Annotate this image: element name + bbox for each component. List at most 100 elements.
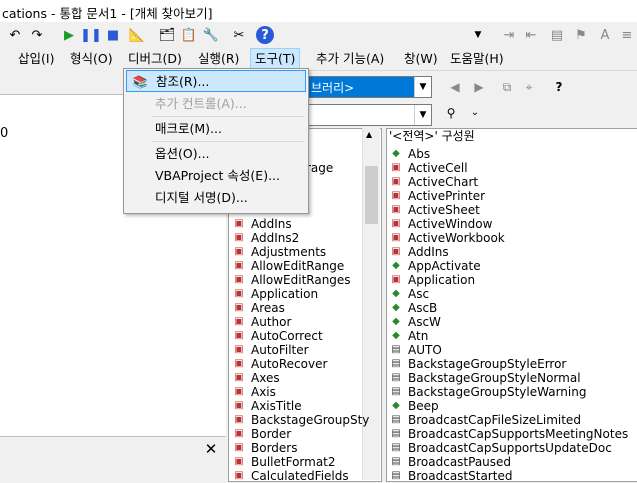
position-dropdown-icon[interactable]: ▼ bbox=[472, 26, 484, 44]
member-list-item[interactable]: ▤ BackstageGroupStyleNormal bbox=[389, 371, 580, 385]
class-list-item[interactable]: ▣ AutoRecover bbox=[232, 357, 327, 371]
member-list-item[interactable]: ▤ BroadcastStarted bbox=[389, 469, 512, 483]
object-browser-icon[interactable]: 🔧 bbox=[202, 26, 220, 44]
member-list-item[interactable]: ▣ ActiveWorkbook bbox=[389, 231, 505, 245]
outdent-icon[interactable]: ⇤ bbox=[522, 26, 540, 44]
menu-item-project-properties[interactable]: VBAProject 속성(E)... bbox=[126, 165, 306, 187]
member-name: AUTO bbox=[408, 343, 442, 357]
classes-scrollbar[interactable]: ▲ bbox=[362, 128, 380, 480]
member-list-item[interactable]: ▣ ActiveChart bbox=[389, 175, 478, 189]
menu-item-options[interactable]: 옵션(O)... bbox=[126, 143, 306, 165]
menu-window[interactable]: 창(W) bbox=[400, 48, 442, 69]
references-icon: 📚 bbox=[132, 75, 148, 89]
forward-icon[interactable]: ▶ bbox=[470, 78, 488, 96]
menu-item-additional-controls[interactable]: 추가 컨트롤(A)... bbox=[126, 93, 306, 115]
class-list-item[interactable]: ▣ Application bbox=[232, 287, 318, 301]
member-list-item[interactable]: ▣ Application bbox=[389, 273, 475, 287]
pause-icon[interactable]: ❚❚ bbox=[80, 26, 102, 44]
view-definition-icon[interactable]: ⌖ bbox=[520, 78, 538, 96]
member-list-item[interactable]: ▣ ActiveCell bbox=[389, 161, 467, 175]
expand-search-icon[interactable]: ⌄ bbox=[466, 104, 484, 122]
project-explorer-icon[interactable]: 🗂 bbox=[158, 26, 176, 44]
member-list-item[interactable]: ▤ BroadcastCapSupportsUpdateDoc bbox=[389, 441, 612, 455]
design-mode-icon[interactable]: 📐 bbox=[128, 26, 146, 44]
method-icon: ◆ bbox=[392, 302, 400, 313]
help-icon[interactable]: ? bbox=[256, 26, 274, 44]
list-icon[interactable]: ≡ bbox=[618, 26, 636, 44]
member-list-item[interactable]: ◆ Asc bbox=[389, 287, 429, 301]
method-icon: ◆ bbox=[392, 260, 400, 271]
search-input[interactable]: ▼ bbox=[306, 104, 432, 126]
class-list-item[interactable]: ▣ Author bbox=[232, 315, 291, 329]
class-list-item[interactable]: ▣ CalculatedFields bbox=[232, 469, 348, 483]
member-list-item[interactable]: ▤ BroadcastCapSupportsMeetingNotes bbox=[389, 427, 628, 441]
member-name: Asc bbox=[408, 287, 430, 301]
class-list-item[interactable]: ▣ Adjustments bbox=[232, 245, 326, 259]
member-list-item[interactable]: ◆ AscW bbox=[389, 315, 441, 329]
class-list-item[interactable]: ▣ AxisTitle bbox=[232, 399, 301, 413]
class-list-item[interactable]: ▣ BackstageGroupSty bbox=[232, 413, 369, 427]
undo-icon[interactable]: ↶ bbox=[6, 26, 24, 44]
class-icon: ▣ bbox=[234, 316, 244, 327]
help-question-icon[interactable]: ? bbox=[550, 78, 568, 96]
class-list-item[interactable]: ▣ AutoFilter bbox=[232, 343, 308, 357]
redo-icon[interactable]: ↷ bbox=[28, 26, 46, 44]
member-list-item[interactable]: ◆ AppActivate bbox=[389, 259, 480, 273]
class-list-item[interactable]: ▣ AllowEditRange bbox=[232, 259, 344, 273]
member-list-item[interactable]: ▤ BroadcastPaused bbox=[389, 455, 511, 469]
menu-item-references[interactable]: 📚 참조(R)... bbox=[126, 70, 306, 92]
menu-separator bbox=[152, 141, 304, 142]
properties-icon[interactable]: 📋 bbox=[180, 26, 198, 44]
class-list-item[interactable]: ▣ Border bbox=[232, 427, 291, 441]
comment-block-icon[interactable]: ▤ bbox=[548, 26, 566, 44]
font-icon[interactable]: A bbox=[596, 26, 614, 44]
member-list-item[interactable]: ▣ ActiveWindow bbox=[389, 217, 492, 231]
library-selector[interactable]: 브러리> ▼ bbox=[306, 76, 432, 98]
member-list-item[interactable]: ◆ Abs bbox=[389, 147, 430, 161]
class-list-item[interactable]: ▣ Areas bbox=[232, 301, 285, 315]
class-name: Axis bbox=[251, 385, 276, 399]
class-list-item[interactable]: ▣ AllowEditRanges bbox=[232, 273, 350, 287]
class-list-item[interactable]: ▣ AddIns bbox=[232, 217, 291, 231]
binoculars-icon[interactable]: ⚲ bbox=[442, 104, 460, 122]
member-list-item[interactable]: ◆ Atn bbox=[389, 329, 428, 343]
member-list-item[interactable]: ▤ BackstageGroupStyleWarning bbox=[389, 385, 586, 399]
member-list-item[interactable]: ▤ BackstageGroupStyleError bbox=[389, 357, 566, 371]
method-icon: ◆ bbox=[392, 316, 400, 327]
menu-tools[interactable]: 도구(T) bbox=[250, 48, 301, 69]
scroll-up-icon[interactable]: ▲ bbox=[366, 130, 372, 139]
member-list-item[interactable]: ▤ BroadcastCapFileSizeLimited bbox=[389, 413, 581, 427]
search-dropdown-icon[interactable]: ▼ bbox=[414, 105, 431, 125]
menu-addins[interactable]: 추가 기능(A) bbox=[312, 48, 388, 69]
stop-icon[interactable]: ■ bbox=[104, 26, 122, 44]
member-list-item[interactable]: ▣ ActivePrinter bbox=[389, 189, 485, 203]
class-list-item[interactable]: ▣ Axes bbox=[232, 371, 279, 385]
class-list-item[interactable]: ▣ Axis bbox=[232, 385, 276, 399]
run-icon[interactable]: ▶ bbox=[60, 26, 78, 44]
bookmark-icon[interactable]: ⚑ bbox=[572, 26, 590, 44]
member-list-item[interactable]: ▣ AddIns bbox=[389, 245, 448, 259]
member-list-item[interactable]: ▤ AUTO bbox=[389, 343, 442, 357]
class-list-item[interactable]: ▣ Borders bbox=[232, 441, 297, 455]
menu-run[interactable]: 실행(R) bbox=[194, 48, 243, 69]
menu-debug[interactable]: 디버그(D) bbox=[124, 48, 186, 69]
copy-icon[interactable]: ⧉ bbox=[498, 78, 516, 96]
class-list-item[interactable]: ▣ AutoCorrect bbox=[232, 329, 322, 343]
back-icon[interactable]: ◀ bbox=[446, 78, 464, 96]
indent-icon[interactable]: ⇥ bbox=[500, 26, 518, 44]
class-icon: ▣ bbox=[234, 428, 244, 439]
scroll-thumb[interactable] bbox=[365, 166, 378, 224]
close-icon[interactable]: ✕ bbox=[203, 441, 219, 457]
member-list-item[interactable]: ◆ AscB bbox=[389, 301, 437, 315]
member-list-item[interactable]: ▣ ActiveSheet bbox=[389, 203, 480, 217]
chevron-down-icon[interactable]: ▼ bbox=[414, 77, 431, 97]
class-list-item[interactable]: ▣ BulletFormat2 bbox=[232, 455, 335, 469]
menu-item-digital-signature[interactable]: 디지털 서명(D)... bbox=[126, 187, 306, 209]
menu-insert[interactable]: 삽입(I) bbox=[14, 48, 58, 69]
menu-help[interactable]: 도움말(H) bbox=[446, 48, 508, 69]
menu-format[interactable]: 형식(O) bbox=[66, 48, 117, 69]
member-list-item[interactable]: ◆ Beep bbox=[389, 399, 438, 413]
class-list-item[interactable]: ▣ AddIns2 bbox=[232, 231, 299, 245]
toolbox-icon[interactable]: ✂ bbox=[230, 26, 248, 44]
menu-item-macros[interactable]: 매크로(M)... bbox=[126, 118, 306, 140]
